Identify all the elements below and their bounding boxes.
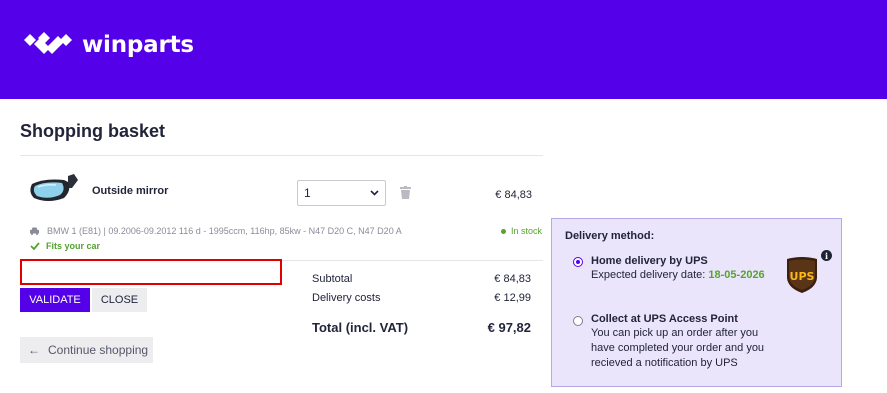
quantity-value: 1 [304, 186, 311, 200]
access-point-line: You can pick up an order after you [591, 327, 759, 339]
access-point-line: have completed your order and you [591, 342, 765, 354]
total-label: Total (incl. VAT) [312, 320, 409, 335]
subtotal-value: € 84,83 [494, 273, 531, 285]
fits-your-car: Fits your car [30, 241, 100, 251]
line-price: € 84,83 [495, 189, 532, 201]
check-icon [30, 242, 40, 250]
stock-text: In stock [511, 226, 543, 236]
access-point-description: You can pick up an order after you have … [591, 326, 764, 371]
page-title: Shopping basket [20, 121, 166, 141]
stock-status: In stock [501, 226, 542, 236]
product-name[interactable]: Outside mirror [92, 185, 168, 197]
delivery-method-panel: Delivery method: Home delivery by UPS Ex… [551, 218, 842, 387]
winparts-logo-icon [24, 32, 72, 54]
divider [20, 155, 543, 156]
logo-text: winparts [82, 32, 194, 58]
site-header: winparts [0, 0, 887, 99]
close-button[interactable]: CLOSE [92, 288, 147, 312]
home-delivery-radio[interactable] [573, 257, 583, 267]
car-icon [30, 227, 39, 235]
chevron-down-icon [370, 190, 379, 196]
voucher-code-input[interactable] [20, 259, 282, 285]
expected-delivery: Expected delivery date: 18-05-2026 [591, 268, 765, 283]
continue-label: Continue shopping [48, 343, 149, 357]
expected-delivery-date: 18-05-2026 [708, 269, 765, 281]
delivery-title: Delivery method: [565, 230, 655, 242]
expected-delivery-label: Expected delivery date: [591, 269, 709, 281]
vehicle-text: BMW 1 (E81) | 09.2006-09.2012 116 d - 19… [47, 226, 402, 236]
subtotal-label: Subtotal [312, 273, 353, 285]
access-point-radio[interactable] [573, 316, 583, 326]
stock-dot-icon [501, 228, 506, 234]
arrow-left-icon: ← [28, 343, 40, 357]
delivery-costs-value: € 12,99 [494, 292, 531, 304]
trash-icon[interactable] [400, 186, 411, 199]
mirror-product-image[interactable] [28, 174, 80, 204]
logo[interactable]: winparts [24, 31, 194, 59]
ups-logo-icon: UPS [787, 257, 817, 293]
access-point-title[interactable]: Collect at UPS Access Point [591, 313, 738, 325]
total-value: € 97,82 [487, 320, 531, 335]
continue-shopping-button[interactable]: ← Continue shopping [20, 337, 153, 363]
svg-text:UPS: UPS [790, 270, 815, 283]
vehicle-info: BMW 1 (E81) | 09.2006-09.2012 116 d - 19… [30, 226, 402, 236]
delivery-costs-label: Delivery costs [312, 292, 381, 304]
access-point-line: recieved a notification by UPS [591, 357, 738, 369]
quantity-select[interactable]: 1 [297, 180, 386, 206]
info-icon[interactable]: i [821, 250, 832, 261]
validate-button[interactable]: VALIDATE [20, 288, 90, 312]
home-delivery-title[interactable]: Home delivery by UPS [591, 255, 708, 267]
fits-text: Fits your car [46, 241, 101, 251]
